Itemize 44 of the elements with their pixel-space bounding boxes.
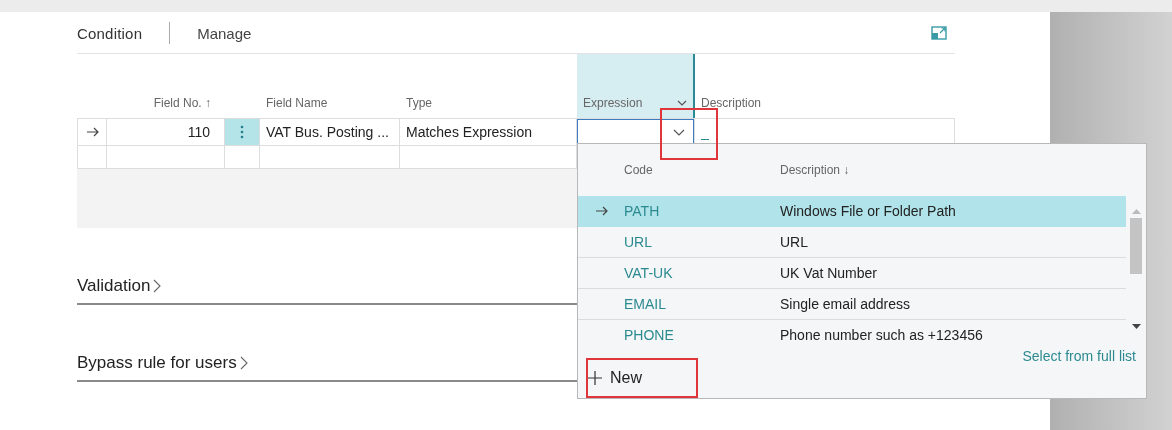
column-header[interactable]: Field No. ↑ [153,96,211,110]
code-text: EMAIL [624,295,666,312]
row-arrow-icon [594,204,608,217]
column-header[interactable]: Expression [583,96,643,110]
code-text: URL [624,233,652,250]
table-cell: 110 [187,124,210,140]
description-text: URL [780,233,808,250]
table-cell: Matches Expression [406,124,533,140]
description-text: Phone number such as +123456 [780,326,983,343]
code-text: VAT-UK [624,264,673,281]
code-text: PATH [624,202,660,219]
section-title: Validation [77,276,151,296]
more-options-icon [240,125,244,139]
section-header[interactable]: Validation [77,276,162,303]
table-cell: VAT Bus. Posting ... [266,124,389,140]
description-text: Single email address [780,295,910,312]
list-row[interactable]: VAT-UK UK Vat Number [578,257,1127,289]
tab[interactable]: Condition [77,23,143,42]
description-text: UK Vat Number [780,264,877,281]
select-from-full-list-link[interactable]: Select from full list [1022,348,1136,364]
scroll-up-icon [1131,207,1141,214]
column-header[interactable]: Description ↓ [780,162,850,177]
column-header[interactable]: Field Name [266,96,328,110]
new-button[interactable]: New [586,358,698,398]
list-row[interactable]: EMAIL Single email address [578,288,1127,320]
list-row[interactable]: PATH Windows File or Folder Path [578,195,1127,227]
column-header[interactable]: Description [701,96,762,110]
scroll-thumb[interactable] [1130,217,1142,274]
dropdown-field[interactable] [577,119,694,145]
description-text: Windows File or Folder Path [780,202,956,219]
plus-icon [588,371,602,385]
list-row[interactable]: URL URL [578,226,1127,258]
code-text: PHONE [624,326,674,343]
list-row[interactable]: PHONE Phone number such as +123456 [578,319,1127,348]
chevron-down-icon [677,100,687,106]
column-header[interactable]: Code [624,162,653,177]
chevron-down-icon [673,128,685,136]
tab[interactable]: Manage [197,23,252,42]
column-header[interactable]: Type [406,96,432,110]
section-title: Bypass rule for users [77,353,237,373]
scroll-down-icon [1131,324,1141,330]
section-header[interactable]: Bypass rule for users [77,353,248,380]
expand-icon [931,25,947,40]
text-cursor [701,138,709,140]
